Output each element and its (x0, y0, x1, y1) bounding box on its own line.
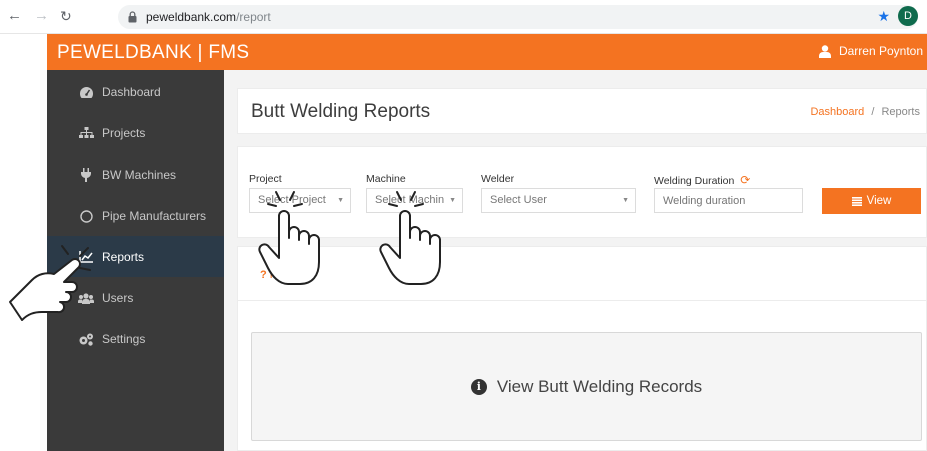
dashboard-icon (78, 85, 94, 99)
records-message: View Butt Welding Records (496, 376, 703, 396)
machine-label: Machine (366, 173, 406, 185)
view-button-label: View (866, 195, 892, 207)
plug-icon (78, 168, 94, 182)
sidebar-item-label: Users (102, 291, 134, 305)
app-header: PEWELDBANK | FMS Darren Poynton (47, 34, 927, 70)
breadcrumb-current: Reports (881, 106, 920, 118)
welding-duration-label-group: Welding Duration ⟳ (654, 173, 750, 187)
filter-card: Project Select Project ▼ Machine Select … (237, 146, 927, 238)
sidebar-item-pipe-manufacturers[interactable]: Pipe Manufacturers (47, 196, 224, 236)
address-bar[interactable]: peweldbank.com/report ★ D (118, 5, 918, 29)
breadcrumb: Dashboard / Reports (810, 106, 920, 118)
refresh-icon[interactable]: ⟳ (740, 173, 750, 187)
sidebar-item-projects[interactable]: Projects (47, 113, 224, 153)
cogs-icon (78, 332, 94, 346)
sidebar-item-dashboard[interactable]: Dashboard (47, 72, 224, 112)
user-icon (818, 44, 831, 58)
sidebar-item-label: BW Machines (102, 168, 177, 182)
divider (238, 300, 927, 301)
page-title: Butt Welding Reports (251, 101, 431, 122)
url-host: peweldbank.com (146, 10, 237, 24)
page-header-card: Butt Welding Reports Dashboard / Reports (237, 88, 927, 134)
results-card: ?Help i View Butt Welding Records (237, 246, 927, 451)
list-icon (851, 196, 862, 206)
view-button[interactable]: View (822, 188, 921, 214)
sidebar-item-label: Projects (102, 126, 146, 140)
sitemap-icon (78, 126, 94, 140)
forward-arrow-icon[interactable]: → (34, 8, 49, 24)
back-arrow-icon[interactable]: ← (7, 8, 22, 24)
chevron-down-icon: ▼ (449, 197, 456, 204)
sidebar-item-label: Dashboard (102, 85, 161, 99)
breadcrumb-separator: / (871, 106, 875, 118)
bookmark-star-icon[interactable]: ★ (877, 8, 890, 25)
welder-label: Welder (481, 173, 515, 185)
url-path: /report (236, 10, 271, 24)
sidebar-item-label: Reports (102, 249, 145, 264)
chevron-down-icon: ▼ (622, 197, 629, 204)
breadcrumb-dashboard-link[interactable]: Dashboard (810, 106, 864, 118)
welding-duration-input[interactable] (654, 188, 803, 213)
circle-icon (78, 209, 94, 223)
brand-logo-text[interactable]: PEWELDBANK | FMS (57, 42, 249, 64)
reload-icon[interactable]: ↻ (60, 8, 72, 24)
pointing-hand-icon (9, 245, 91, 321)
main-content: Butt Welding Reports Dashboard / Reports… (224, 70, 927, 451)
lock-icon (128, 11, 137, 23)
sidebar-item-label: Pipe Manufacturers (102, 209, 207, 223)
user-menu[interactable]: Darren Poynton (818, 44, 923, 58)
tap-hand-icon (258, 191, 320, 285)
user-name: Darren Poynton (838, 44, 923, 58)
browser-toolbar: ← → ↻ peweldbank.com/report ★ D (0, 0, 927, 34)
info-icon: i (470, 378, 487, 395)
records-placeholder: i View Butt Welding Records (251, 332, 922, 441)
profile-avatar[interactable]: D (898, 6, 918, 26)
tap-hand-icon (379, 191, 441, 285)
project-label: Project (249, 173, 282, 185)
chevron-down-icon: ▼ (337, 197, 344, 204)
sidebar-item-bw-machines[interactable]: BW Machines (47, 155, 224, 195)
url-text: peweldbank.com/report (146, 10, 271, 24)
welding-duration-label: Welding Duration (654, 175, 735, 187)
welder-select-value: Select User (490, 194, 547, 206)
sidebar-item-label: Settings (102, 332, 146, 346)
welder-select[interactable]: Select User ▼ (481, 188, 636, 213)
